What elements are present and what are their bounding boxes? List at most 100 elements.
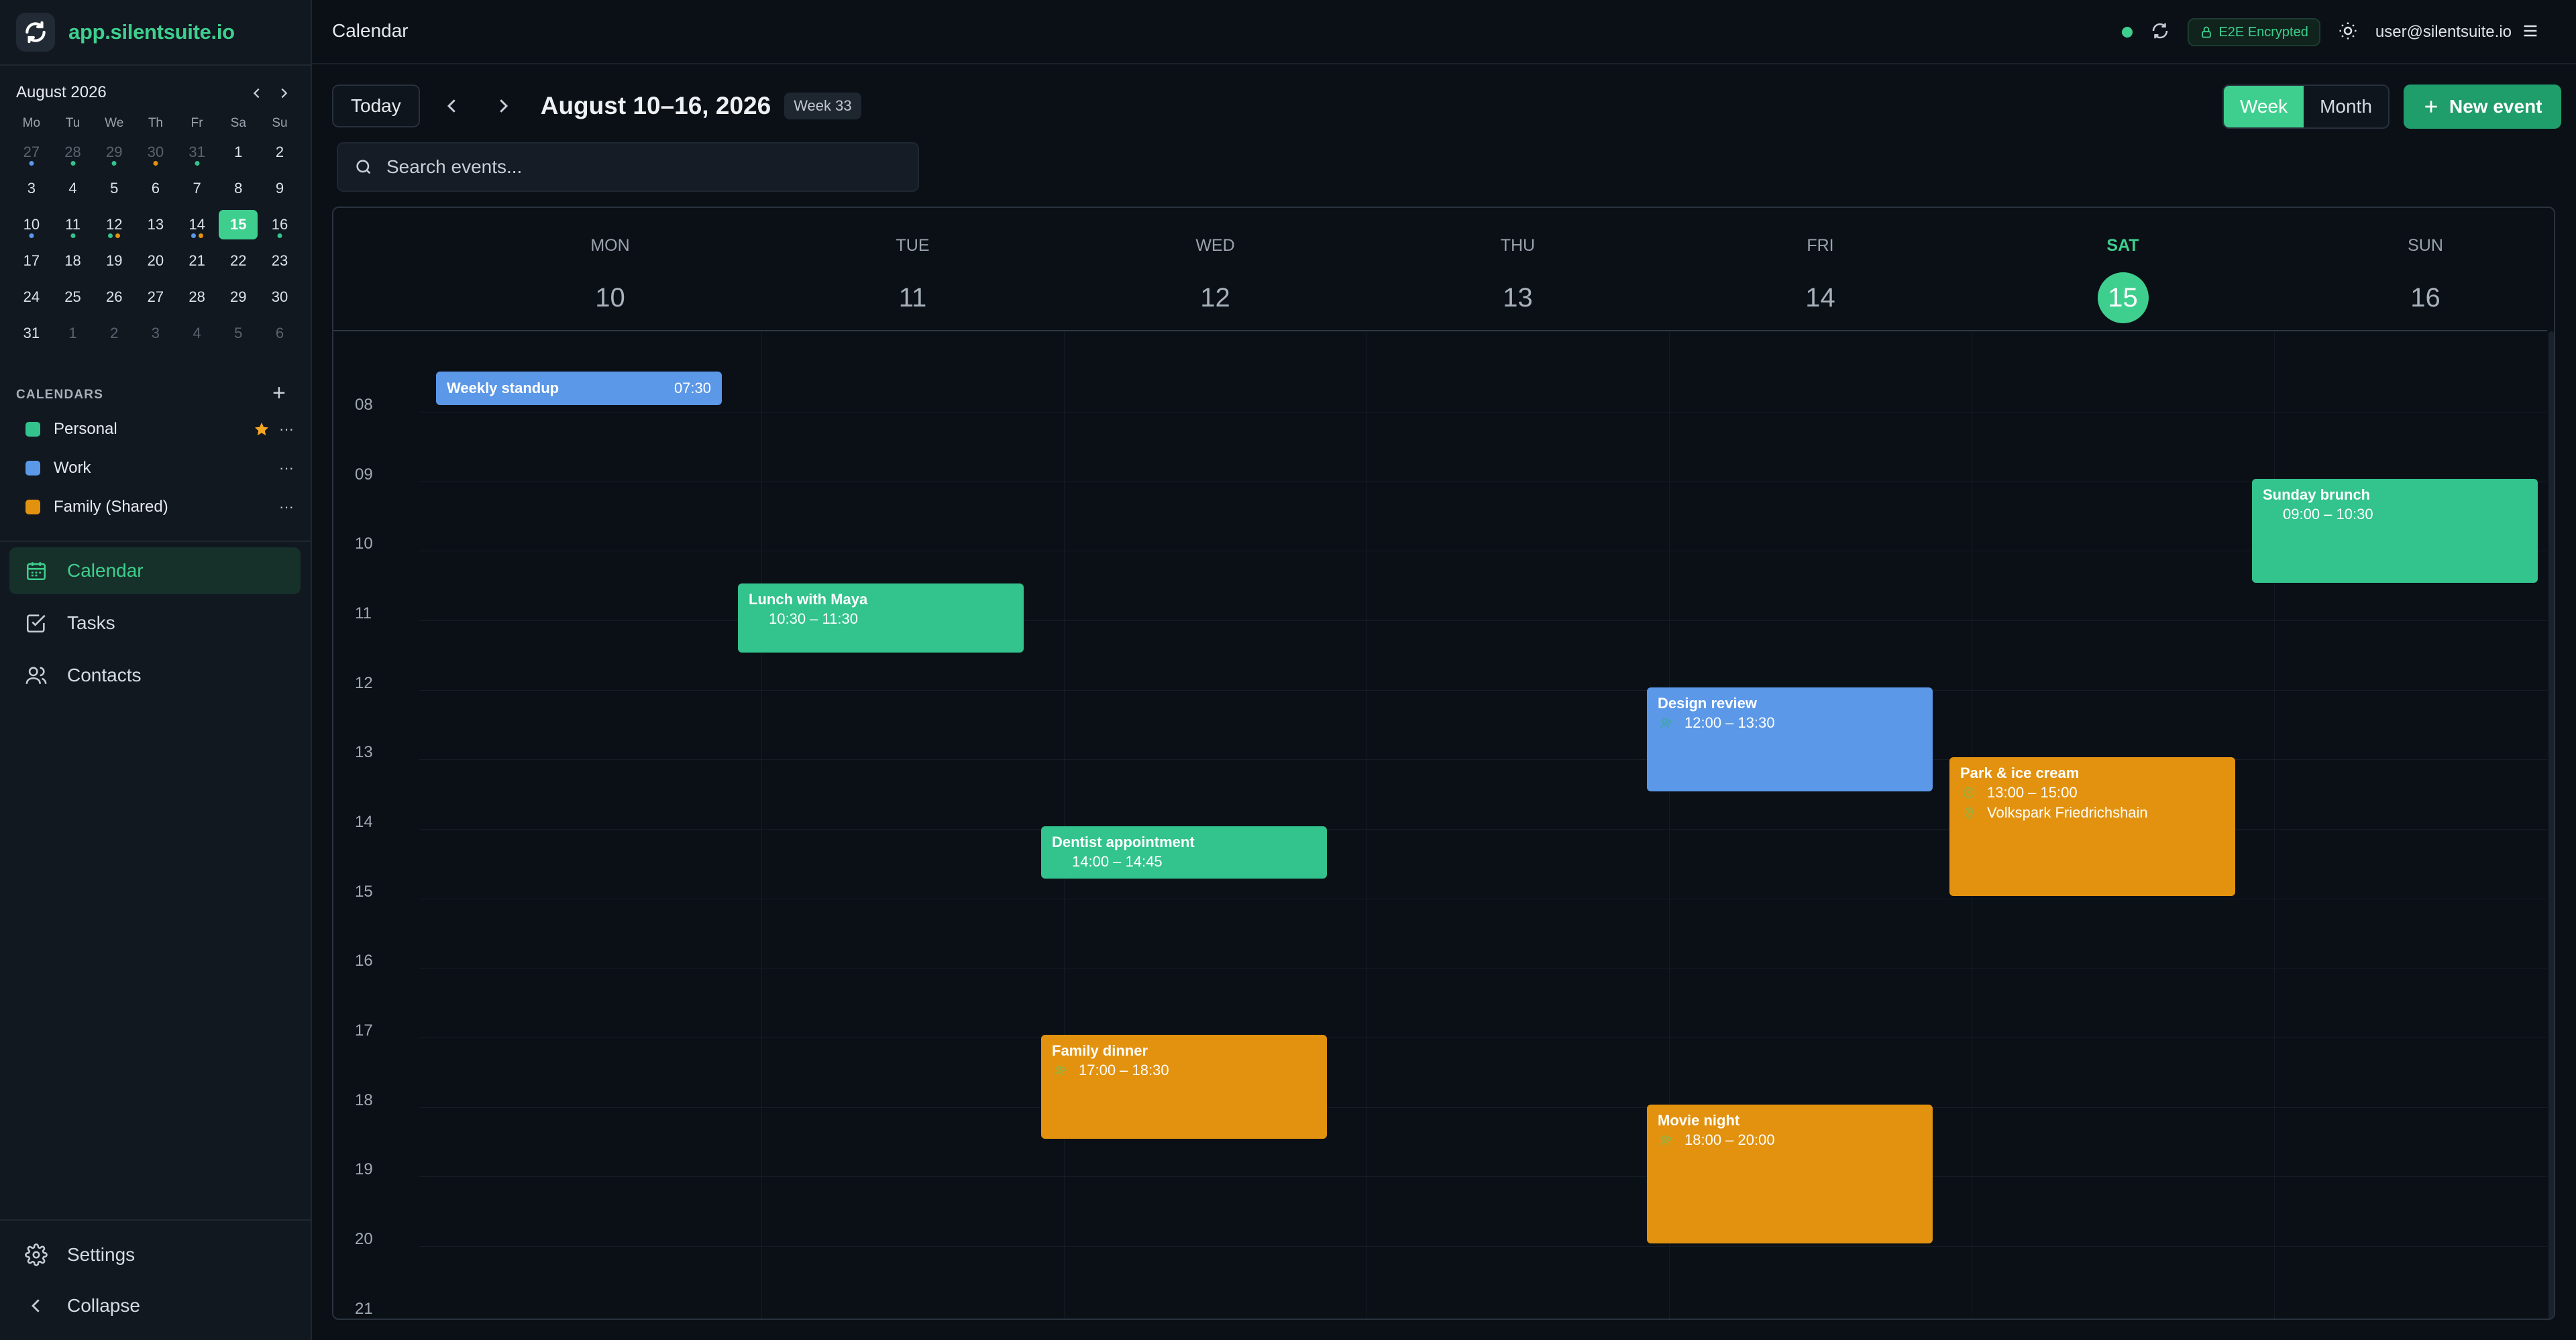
nav-tasks[interactable]: Tasks — [9, 600, 301, 647]
hour-label: 21 — [355, 1300, 373, 1318]
day-header-wed[interactable]: WED 12 — [1064, 208, 1366, 330]
user-email[interactable]: user@silentsuite.io — [2375, 23, 2512, 42]
mini-day[interactable]: 30 — [135, 137, 176, 167]
calendar-item-family[interactable]: Family (Shared) ··· — [25, 494, 294, 520]
menu-hamburger-icon[interactable] — [2521, 21, 2540, 44]
mini-day[interactable]: 6 — [259, 319, 301, 348]
view-week-button[interactable]: Week — [2224, 86, 2304, 127]
mini-day[interactable]: 2 — [259, 137, 301, 167]
mini-day-number: 2 — [110, 325, 119, 341]
mini-next-month-icon[interactable] — [274, 83, 294, 103]
mini-day[interactable]: 31 — [11, 319, 52, 348]
mini-day[interactable]: 4 — [52, 174, 94, 203]
mini-day[interactable]: 5 — [93, 174, 135, 203]
mini-day[interactable]: 28 — [176, 282, 218, 312]
event-park-ice-cream[interactable]: Park & ice cream 13:00 – 15:00 Volkspark… — [1949, 757, 2235, 896]
hour-gridline — [419, 690, 2547, 691]
mini-day[interactable]: 29 — [217, 282, 259, 312]
default-star-icon[interactable] — [254, 421, 270, 437]
more-options-icon[interactable]: ··· — [279, 421, 294, 438]
mini-day[interactable]: 9 — [259, 174, 301, 203]
mini-day[interactable]: 2 — [93, 319, 135, 348]
event-sunday-brunch[interactable]: Sunday brunch 09:00 – 10:30 — [2252, 479, 2538, 583]
mini-day[interactable]: 1 — [52, 319, 94, 348]
mini-prev-month-icon[interactable] — [247, 83, 267, 103]
theme-sun-icon[interactable] — [2338, 21, 2358, 44]
calendar-item-personal[interactable]: Personal ··· — [25, 416, 294, 443]
event-weekly-standup[interactable]: Weekly standup 07:30 — [436, 372, 722, 405]
view-month-button[interactable]: Month — [2304, 86, 2388, 127]
mini-day[interactable]: 28 — [52, 137, 94, 167]
mini-day-today[interactable]: 15 — [219, 210, 258, 239]
day-header-fri[interactable]: FRI 14 — [1669, 208, 1972, 330]
new-event-button[interactable]: New event — [2404, 85, 2561, 129]
mini-day[interactable]: 10 — [11, 210, 52, 239]
mini-day[interactable]: 22 — [217, 246, 259, 276]
mini-day[interactable]: 23 — [259, 246, 301, 276]
mini-day[interactable]: 27 — [11, 137, 52, 167]
mini-day[interactable]: 14 — [176, 210, 218, 239]
sync-refresh-icon[interactable] — [2150, 21, 2170, 44]
more-options-icon[interactable]: ··· — [279, 459, 294, 477]
event-design-review[interactable]: Design review 12:00 – 13:30 — [1647, 687, 1933, 791]
next-week-icon[interactable] — [484, 87, 522, 125]
search-bar[interactable] — [337, 142, 919, 192]
mini-day[interactable]: 17 — [11, 246, 52, 276]
hour-gridline — [419, 1246, 2547, 1247]
calendar-item-work[interactable]: Work ··· — [25, 455, 294, 482]
mini-day[interactable]: 20 — [135, 246, 176, 276]
event-dentist-appointment[interactable]: Dentist appointment 14:00 – 14:45 — [1041, 826, 1327, 879]
scrollbar[interactable] — [2548, 331, 2554, 1319]
mini-day[interactable]: 25 — [52, 282, 94, 312]
mini-day[interactable]: 13 — [135, 210, 176, 239]
mini-day[interactable]: 24 — [11, 282, 52, 312]
mini-day[interactable]: 7 — [176, 174, 218, 203]
day-header-tue[interactable]: TUE 11 — [761, 208, 1064, 330]
mini-day[interactable]: 4 — [176, 319, 218, 348]
mini-day[interactable]: 6 — [135, 174, 176, 203]
view-switcher: Week Month — [2222, 85, 2390, 129]
brand[interactable]: app.silentsuite.io — [16, 12, 235, 52]
mini-day[interactable]: 29 — [93, 137, 135, 167]
mini-day[interactable]: 19 — [93, 246, 135, 276]
mini-day[interactable]: 30 — [259, 282, 301, 312]
mini-day[interactable]: 27 — [135, 282, 176, 312]
nav-settings[interactable]: Settings — [9, 1231, 301, 1278]
app-name: app.silentsuite.io — [68, 20, 235, 44]
mini-day-number: 19 — [105, 252, 123, 269]
mini-day-number: 14 — [189, 216, 205, 233]
event-lunch-with-maya[interactable]: Lunch with Maya 10:30 – 11:30 — [738, 583, 1024, 653]
nav-calendar[interactable]: Calendar — [9, 547, 301, 594]
mini-day[interactable]: 3 — [135, 319, 176, 348]
mini-day[interactable]: 18 — [52, 246, 94, 276]
mini-day[interactable]: 21 — [176, 246, 218, 276]
mini-day[interactable]: 26 — [93, 282, 135, 312]
mini-day[interactable]: 12 — [93, 210, 135, 239]
mini-day[interactable]: 16 — [259, 210, 301, 239]
prev-week-icon[interactable] — [433, 87, 471, 125]
mini-day[interactable]: 8 — [217, 174, 259, 203]
event-movie-night[interactable]: Movie night 18:00 – 20:00 — [1647, 1105, 1933, 1243]
day-header-sat-today[interactable]: SAT 15 — [1972, 208, 2274, 330]
mini-day[interactable]: 1 — [217, 137, 259, 167]
day-header-thu[interactable]: THU 13 — [1366, 208, 1669, 330]
collapse-sidebar-button[interactable]: Collapse — [9, 1282, 301, 1329]
event-time: 13:00 – 15:00 — [1987, 784, 2078, 801]
day-header-sun[interactable]: SUN 16 — [2274, 208, 2554, 330]
event-family-dinner[interactable]: Family dinner 17:00 – 18:30 — [1041, 1035, 1327, 1139]
shared-users-icon — [1658, 714, 1675, 732]
event-title: Design review — [1658, 695, 1757, 712]
mini-day-number: 31 — [189, 144, 205, 160]
mini-day[interactable]: 5 — [217, 319, 259, 348]
search-input[interactable] — [386, 156, 910, 178]
day-header-mon[interactable]: MON 10 — [459, 208, 761, 330]
mini-day[interactable]: 11 — [52, 210, 94, 239]
nav-contacts[interactable]: Contacts — [9, 652, 301, 699]
hour-gridline — [419, 1107, 2547, 1108]
mini-day-number: 9 — [275, 180, 284, 197]
more-options-icon[interactable]: ··· — [279, 498, 294, 516]
add-calendar-icon[interactable]: + — [272, 381, 286, 405]
today-button[interactable]: Today — [332, 85, 420, 127]
mini-day[interactable]: 31 — [176, 137, 218, 167]
mini-day[interactable]: 3 — [11, 174, 52, 203]
